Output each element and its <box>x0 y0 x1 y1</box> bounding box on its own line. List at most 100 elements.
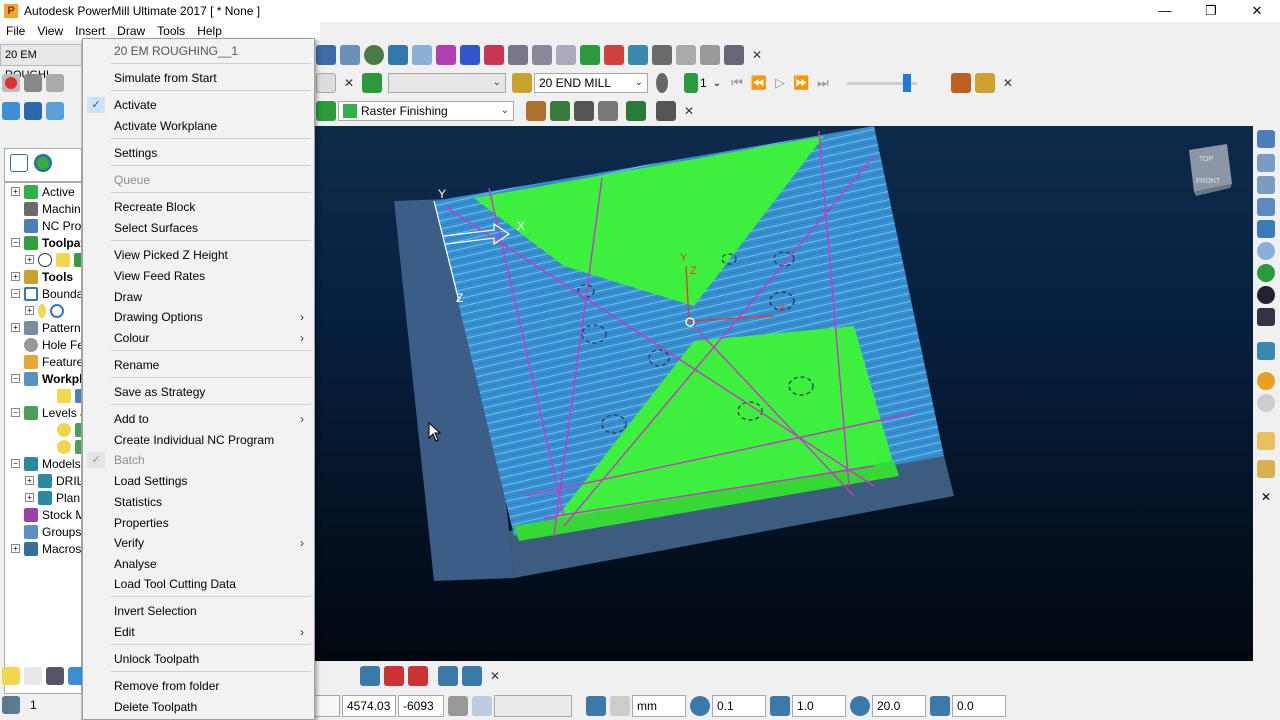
grid-toggle-icon[interactable] <box>448 695 468 716</box>
machine-tool-icon[interactable] <box>2 696 20 714</box>
export-icon[interactable] <box>974 73 995 93</box>
close-window-button[interactable]: ✕ <box>1234 0 1280 22</box>
pen-icon[interactable] <box>408 666 428 686</box>
select-icon[interactable] <box>1257 432 1275 450</box>
tree-item-level-1[interactable] <box>57 421 81 438</box>
graphics-viewport[interactable]: Y X Z Y X Z TOP FRONT <box>314 126 1253 661</box>
sphere-icon[interactable] <box>1257 372 1275 390</box>
tree-item-patterns[interactable]: +Patterns <box>11 319 81 336</box>
tolerance-field[interactable]: 0.1 <box>712 694 766 717</box>
first-frame-icon[interactable]: ⏮ <box>731 75 743 91</box>
pointer-icon[interactable] <box>1257 460 1275 478</box>
tree-item-levels[interactable]: −Levels a <box>11 404 81 421</box>
copy-icon[interactable] <box>340 45 360 65</box>
speed-slider[interactable] <box>846 73 917 92</box>
tree-item-boundaries[interactable]: − Bounda <box>11 285 81 302</box>
menu-analyse[interactable]: Analyse <box>83 554 314 574</box>
ruler-icon[interactable] <box>598 101 618 121</box>
tool-number-dropdown-icon[interactable]: ⌄ <box>713 78 721 89</box>
tree-item-feature-sets[interactable]: Feature <box>24 353 81 370</box>
menu-draw[interactable]: Draw <box>83 287 314 307</box>
tolerance-icon[interactable] <box>690 695 710 716</box>
pin-icon[interactable] <box>676 45 696 65</box>
wireframe-sphere-icon[interactable] <box>1257 394 1275 412</box>
tree-item-hole-feature-sets[interactable]: Hole Fe <box>24 336 81 353</box>
record-icon[interactable] <box>316 73 336 93</box>
menu-drawing-options[interactable]: Drawing Options › <box>83 307 314 327</box>
menu-create-individual-nc-program[interactable]: Create Individual NC Program <box>83 430 314 450</box>
close-right-toolbar-icon[interactable]: ✕ <box>1257 488 1275 506</box>
grid-icon[interactable] <box>46 667 64 685</box>
stock-icon[interactable] <box>46 74 64 92</box>
menu-properties[interactable]: Properties <box>83 513 314 533</box>
menu-rename[interactable]: Rename <box>83 355 314 375</box>
iso-view-icon[interactable] <box>1257 130 1275 148</box>
play-icon[interactable]: ▷ <box>775 75 785 91</box>
view-cube-front[interactable]: FRONT <box>1196 178 1221 185</box>
step-back-icon[interactable]: ⏪ <box>751 75 767 91</box>
tree-item-machine[interactable]: Machin <box>24 200 81 217</box>
tree-item-toolpath-child[interactable]: + <box>25 251 81 268</box>
speed-slider-thumb[interactable] <box>902 73 911 92</box>
wave-icon[interactable] <box>460 45 480 65</box>
menu-file[interactable]: File <box>0 22 31 40</box>
menu-statistics[interactable]: Statistics <box>83 492 314 512</box>
layer-icon[interactable] <box>412 45 432 65</box>
thickness-icon[interactable] <box>770 695 790 716</box>
menu-save-as-strategy[interactable]: Save as Strategy <box>83 382 314 402</box>
feed-icon[interactable] <box>436 45 456 65</box>
close-toolbar-icon[interactable]: ✕ <box>682 104 696 118</box>
menu-activate-workplane[interactable]: Activate Workplane <box>83 116 314 136</box>
report-icon[interactable] <box>950 73 971 93</box>
menu-activate[interactable]: ✓ Activate <box>83 95 314 115</box>
collision-icon[interactable] <box>556 45 576 65</box>
rocket-icon[interactable] <box>384 666 404 686</box>
view-iso-cube-icon[interactable] <box>1257 220 1275 238</box>
cancel-view-icon[interactable] <box>1257 286 1275 304</box>
globe-icon[interactable] <box>34 154 52 172</box>
tool-combo[interactable]: 20 END MILL ⌄ <box>534 73 648 93</box>
menu-unlock-toolpath[interactable]: Unlock Toolpath <box>83 649 314 669</box>
toolpath-combo[interactable]: ⌄ <box>388 73 506 93</box>
list-icon[interactable] <box>316 45 336 65</box>
leads-icon[interactable] <box>508 45 528 65</box>
green-arrow-icon[interactable] <box>580 45 600 65</box>
menu-view-picked-z-height[interactable]: View Picked Z Height <box>83 245 314 265</box>
close-toolbar-icon[interactable]: ✕ <box>342 76 356 90</box>
tree-item-model-plan[interactable]: + Plan <box>25 489 80 506</box>
menu-load-tool-cutting-data[interactable]: Load Tool Cutting Data <box>83 574 314 594</box>
stop-icon[interactable] <box>2 74 20 92</box>
tree-item-boundary-child[interactable]: + <box>25 302 68 319</box>
clock-icon[interactable] <box>364 45 384 65</box>
menu-add-to[interactable]: Add to › <box>83 409 314 429</box>
print-icon[interactable] <box>46 102 64 120</box>
strategy-icon[interactable] <box>316 101 336 121</box>
thickness-field[interactable]: 1.0 <box>792 694 846 717</box>
edit-toolpath-icon[interactable] <box>526 101 546 121</box>
menu-view[interactable]: View <box>31 22 69 40</box>
menu-edit[interactable]: Edit › <box>83 622 314 642</box>
snap-icon[interactable] <box>472 695 492 716</box>
view-cube-top[interactable]: TOP <box>1199 156 1214 163</box>
tree-item-models[interactable]: − Models <box>11 455 81 472</box>
tree-item-tools[interactable]: + Tools <box>11 268 73 285</box>
bulb-icon[interactable] <box>656 73 668 93</box>
step-forward-icon[interactable]: ⏩ <box>793 75 809 91</box>
refresh-icon[interactable] <box>1257 264 1275 282</box>
view-left-icon[interactable] <box>1257 176 1275 194</box>
tree-item-groups[interactable]: Groups <box>24 523 81 540</box>
tree-item-level-2[interactable] <box>57 438 81 455</box>
view-cube[interactable]: TOP FRONT <box>1189 144 1232 196</box>
fork-icon[interactable] <box>700 45 720 65</box>
tree-item-macros[interactable]: + Macros <box>11 540 81 557</box>
minimize-button[interactable]: — <box>1142 0 1188 22</box>
angle-field[interactable]: 0.0 <box>952 694 1006 717</box>
tree-item-toolpaths[interactable]: − Toolpat <box>11 234 81 251</box>
menu-delete-toolpath[interactable]: Delete Toolpath <box>83 697 314 717</box>
calculator-icon[interactable] <box>574 101 594 121</box>
units-icon[interactable] <box>586 695 606 716</box>
menu-simulate-from-start[interactable]: Simulate from Start <box>83 68 314 88</box>
explorer-tree-icon[interactable] <box>10 154 28 172</box>
diameter-icon[interactable] <box>850 695 870 716</box>
links-icon[interactable] <box>532 45 552 65</box>
